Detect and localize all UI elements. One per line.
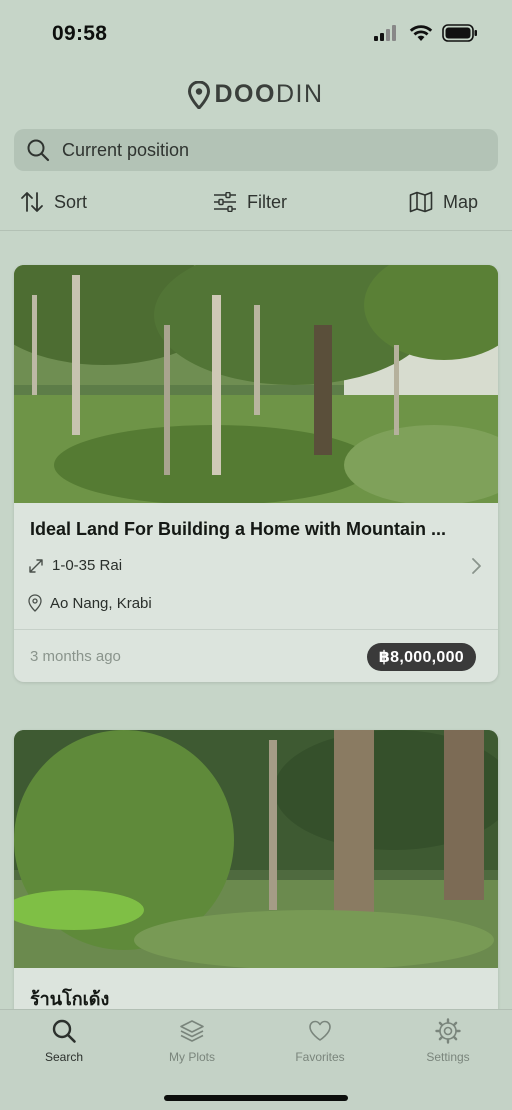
sort-arrows-icon (21, 192, 43, 212)
logo-wordmark: DOODIN (214, 80, 324, 108)
listing-size: 1-0-35 Rai (52, 557, 123, 574)
filter-label: Filter (247, 191, 287, 212)
status-time: 09:58 (52, 22, 108, 45)
listing-title[interactable]: Ideal Land For Building a Home with Moun… (30, 519, 446, 540)
search-bar[interactable] (14, 129, 498, 171)
sort-button[interactable]: Sort (20, 184, 87, 220)
map-icon (409, 191, 433, 213)
location-pin-icon (28, 594, 42, 612)
listing-photo-image (14, 265, 498, 503)
toolbar: Sort Filter Map (0, 184, 512, 220)
wifi-icon (409, 25, 433, 41)
tab-search-label: Search (44, 1050, 84, 1064)
layers-icon (180, 1020, 204, 1042)
status-bar: 09:58 (0, 0, 512, 70)
listing-posted-time: 3 months ago (30, 648, 121, 665)
map-label: Map (443, 191, 479, 212)
listing-photo[interactable] (14, 265, 498, 503)
filter-sliders-icon (214, 192, 236, 212)
tab-settings-label: Settings (426, 1050, 470, 1064)
tab-settings[interactable]: Settings (384, 1018, 512, 1064)
card-divider (14, 629, 498, 630)
listing-price-badge: ฿8,000,000 (366, 643, 476, 671)
heart-icon (309, 1020, 331, 1041)
search-icon (27, 139, 50, 162)
map-button[interactable]: Map (409, 184, 478, 220)
tab-favorites[interactable]: Favorites (256, 1018, 384, 1064)
chevron-right-icon[interactable] (470, 557, 482, 575)
status-icons (374, 24, 478, 42)
battery-icon (442, 24, 477, 42)
sort-label: Sort (54, 191, 88, 212)
map-pin-icon (188, 80, 211, 109)
filter-button[interactable]: Filter (213, 184, 287, 220)
expand-arrows-icon (29, 558, 43, 573)
home-indicator (164, 1095, 348, 1101)
toolbar-divider (0, 230, 512, 231)
cellular-signal-icon (374, 25, 396, 41)
search-icon (52, 1019, 76, 1043)
tab-my-plots-label: My Plots (168, 1050, 215, 1064)
tab-my-plots[interactable]: My Plots (128, 1018, 256, 1064)
search-input[interactable] (62, 139, 462, 161)
listing-photo-image (14, 730, 498, 968)
tab-favorites-label: Favorites (295, 1050, 345, 1064)
app-logo: DOODIN (0, 80, 512, 109)
tab-search[interactable]: Search (0, 1018, 128, 1064)
listing-card[interactable]: Ideal Land For Building a Home with Moun… (14, 265, 498, 682)
listing-card[interactable]: ร้านโกเด้ง (14, 730, 498, 1030)
listing-size-row: 1-0-35 Rai (28, 557, 122, 574)
listing-location-row: Ao Nang, Krabi (28, 594, 152, 612)
listing-photo[interactable] (14, 730, 498, 968)
listing-location: Ao Nang, Krabi (50, 594, 152, 612)
gear-icon (435, 1018, 461, 1044)
